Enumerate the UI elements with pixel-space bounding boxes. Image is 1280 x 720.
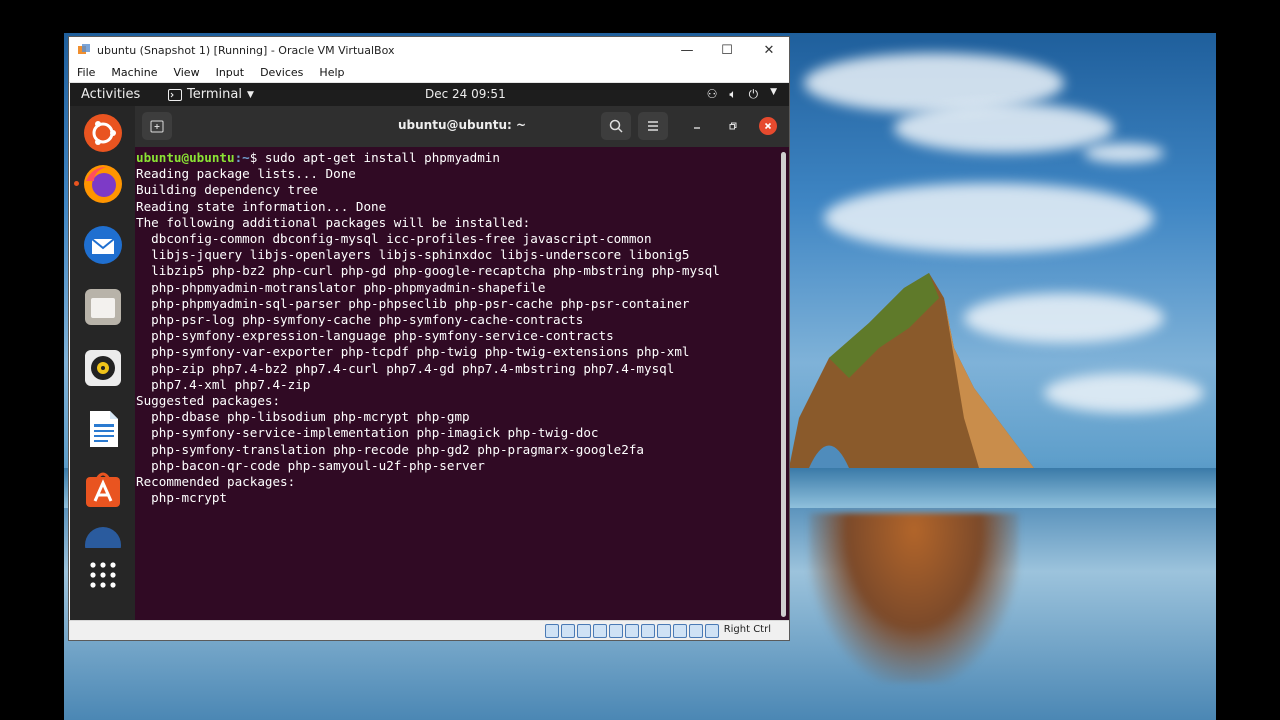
vt-x-icon[interactable] <box>673 624 687 638</box>
maximize-button[interactable]: ☐ <box>707 37 747 63</box>
minimize-icon <box>694 127 700 129</box>
terminal-window[interactable]: ubuntu@ubuntu: ~ ubuntu@ubuntu:~$ sudo a… <box>135 106 789 622</box>
restore-icon <box>729 122 737 130</box>
usb-icon[interactable] <box>609 624 623 638</box>
firefox-icon[interactable] <box>82 163 124 205</box>
close-button[interactable]: ✕ <box>749 37 789 63</box>
device-status-icons[interactable] <box>545 624 719 638</box>
volume-icon: 🔈︎ <box>729 87 737 101</box>
hard-disk-icon[interactable] <box>545 624 559 638</box>
terminal-output-line: Reading state information... Done <box>136 198 387 214</box>
terminal-output-line: php-zip php7.4-bz2 php7.4-curl php7.4-gd… <box>136 360 675 376</box>
guest-screen: Activities Terminal ▼ Dec 24 09:51 ⚇ 🔈︎ … <box>70 83 789 622</box>
output-lines: Reading package lists... Done Building de… <box>136 166 776 506</box>
menu-input[interactable]: Input <box>208 66 252 79</box>
minimize-button[interactable]: — <box>667 37 707 63</box>
terminal-output-line: php-mcrypt <box>136 490 227 506</box>
power-icon: ⏻ <box>748 87 759 101</box>
terminal-output[interactable]: ubuntu@ubuntu:~$ sudo apt-get install ph… <box>136 150 776 620</box>
hamburger-menu-icon <box>648 121 658 131</box>
terminal-close-button[interactable] <box>759 117 777 135</box>
chevron-down-icon: ▼ <box>246 89 254 100</box>
terminal-output-line: Reading package lists... Done <box>136 166 356 182</box>
vbox-menubar: File Machine View Input Devices Help <box>69 63 789 83</box>
terminal-output-line: dbconfig-common dbconfig-mysql icc-profi… <box>136 231 652 247</box>
search-button[interactable] <box>601 112 631 140</box>
terminal-output-line: php-symfony-service-implementation php-i… <box>136 425 599 441</box>
terminal-output-line: Recommended packages: <box>136 474 296 490</box>
window-titlebar[interactable]: ubuntu (Snapshot 1) [Running] - Oracle V… <box>69 37 789 63</box>
terminal-output-line: php-psr-log php-symfony-cache php-symfon… <box>136 312 584 328</box>
keyboard-capture-icon[interactable] <box>705 624 719 638</box>
app-menu[interactable]: Terminal ▼ <box>168 87 254 102</box>
menu-machine[interactable]: Machine <box>103 66 165 79</box>
prompt-path: :~ <box>234 150 250 165</box>
terminal-output-line: php-symfony-expression-language php-symf… <box>136 328 614 344</box>
menu-help[interactable]: Help <box>311 66 352 79</box>
gnome-top-bar: Activities Terminal ▼ Dec 24 09:51 ⚇ 🔈︎ … <box>70 83 789 106</box>
menu-button[interactable] <box>638 112 668 140</box>
running-indicator <box>74 181 79 186</box>
terminal-output-line: php-phpmyadmin-motranslator php-phpmyadm… <box>136 279 546 295</box>
audio-icon[interactable] <box>577 624 591 638</box>
libreoffice-writer-icon[interactable] <box>82 408 124 450</box>
virtualbox-icon <box>78 44 90 54</box>
shared-folders-icon[interactable] <box>625 624 639 638</box>
display-icon[interactable] <box>641 624 655 638</box>
app-menu-label: Terminal <box>187 87 242 102</box>
ubuntu-software-icon[interactable] <box>82 469 124 511</box>
rhythmbox-icon[interactable] <box>82 347 124 389</box>
network-adapter-icon[interactable] <box>593 624 607 638</box>
vbox-statusbar: Right Ctrl <box>69 620 789 640</box>
terminal-output-line: php7.4-xml php7.4-zip <box>136 376 311 392</box>
terminal-restore-button[interactable] <box>724 117 742 135</box>
show-applications-icon[interactable] <box>82 554 124 596</box>
prompt-user: ubuntu@ubuntu <box>136 150 235 165</box>
menu-view[interactable]: View <box>165 66 207 79</box>
files-icon[interactable] <box>82 286 124 328</box>
rock-arch-image <box>789 273 1034 468</box>
host-key-label: Right Ctrl <box>723 624 771 635</box>
terminal-output-line: libjs-jquery libjs-openlayers libjs-sphi… <box>136 247 690 263</box>
search-icon <box>609 119 623 133</box>
activities-button[interactable]: Activities <box>81 87 140 102</box>
recording-icon[interactable] <box>657 624 671 638</box>
menu-file[interactable]: File <box>69 66 103 79</box>
terminal-output-line: php-dbase php-libsodium php-mcrypt php-g… <box>136 409 470 425</box>
network-icon: ⚇ <box>706 87 718 101</box>
prompt-line: ubuntu@ubuntu:~$ sudo apt-get install ph… <box>136 150 776 166</box>
clock[interactable]: Dec 24 09:51 <box>425 87 506 101</box>
menu-devices[interactable]: Devices <box>252 66 311 79</box>
terminal-headerbar[interactable]: ubuntu@ubuntu: ~ <box>135 106 789 147</box>
window-title: ubuntu (Snapshot 1) [Running] - Oracle V… <box>97 43 395 57</box>
terminal-scrollbar[interactable] <box>781 152 786 617</box>
terminal-output-line: Building dependency tree <box>136 182 318 198</box>
terminal-output-line: The following additional packages will b… <box>136 214 531 230</box>
help-icon[interactable] <box>82 526 124 548</box>
close-icon <box>764 122 772 130</box>
command-text: sudo apt-get install phpmyadmin <box>264 150 500 165</box>
prompt-symbol: $ <box>249 150 265 165</box>
mouse-integration-icon[interactable] <box>689 624 703 638</box>
terminal-output-line: php-phpmyadmin-sql-parser php-phpseclib … <box>136 295 690 311</box>
ubuntu-dock <box>70 106 135 622</box>
terminal-small-icon <box>168 88 182 101</box>
thunderbird-icon[interactable] <box>82 224 124 266</box>
chevron-down-icon: ▼ <box>770 87 777 97</box>
optical-drive-icon[interactable] <box>561 624 575 638</box>
terminal-output-line: libzip5 php-bz2 php-curl php-gd php-goog… <box>136 263 720 279</box>
ubuntu-logo-icon[interactable] <box>82 112 124 154</box>
virtualbox-window: ubuntu (Snapshot 1) [Running] - Oracle V… <box>68 36 790 641</box>
terminal-output-line: php-symfony-var-exporter php-tcpdf php-t… <box>136 344 690 360</box>
terminal-output-line: php-bacon-qr-code php-samyoul-u2f-php-se… <box>136 457 485 473</box>
terminal-output-line: php-symfony-translation php-recode php-g… <box>136 441 644 457</box>
terminal-output-line: Suggested packages: <box>136 393 281 409</box>
terminal-minimize-button[interactable] <box>688 117 706 135</box>
system-tray[interactable]: ⚇ 🔈︎ ⏻ ▼ <box>707 87 777 102</box>
